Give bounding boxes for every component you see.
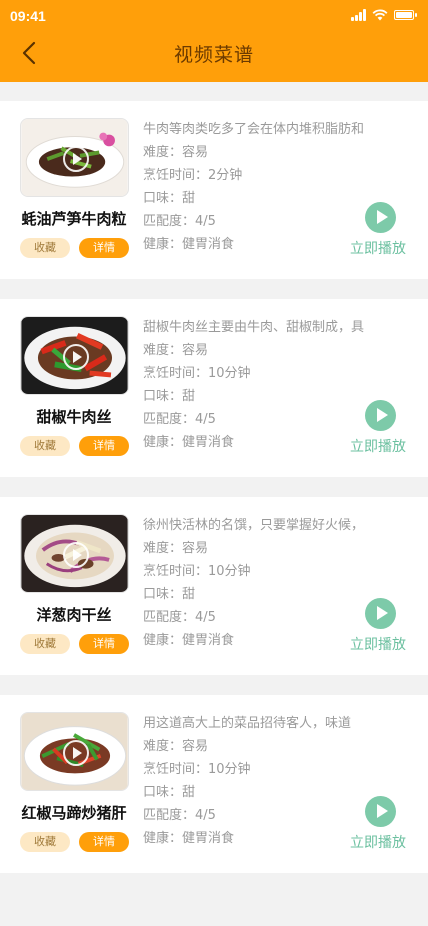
- recipe-description: 用这道高大上的菜品招待客人，味道: [143, 716, 352, 731]
- status-icons: [351, 9, 417, 21]
- play-now-link[interactable]: 立即播放: [350, 832, 414, 852]
- recipe-match: 匹配度：4/5: [143, 808, 216, 823]
- recipe-info: 徐州快活林的名馔，只要掌握好火候， 难度：容易 烹饪时间：10分钟 口味：甜 匹…: [143, 514, 393, 652]
- recipe-card[interactable]: 甜椒牛肉丝 收藏 详情 甜椒牛肉丝主要由牛肉、甜椒制成，具 难度：容易 烹饪时间…: [0, 299, 428, 477]
- play-now-link[interactable]: 立即播放: [350, 238, 414, 258]
- recipe-video-thumbnail[interactable]: [20, 316, 129, 395]
- recipe-description: 甜椒牛肉丝主要由牛肉、甜椒制成，具: [143, 320, 365, 335]
- play-icon[interactable]: [365, 796, 396, 827]
- play-icon[interactable]: [365, 400, 396, 431]
- app-header: 09:41 视频菜谱: [0, 0, 428, 82]
- play-now-link[interactable]: 立即播放: [350, 436, 414, 456]
- dish-name: 蚝油芦笋牛肉粒: [21, 210, 127, 228]
- detail-button[interactable]: 详情: [79, 238, 129, 258]
- recipe-cook-time: 烹饪时间：10分钟: [143, 762, 251, 777]
- recipe-video-thumbnail[interactable]: [20, 118, 129, 197]
- recipe-difficulty: 难度：容易: [143, 541, 209, 556]
- play-icon[interactable]: [365, 202, 396, 233]
- collect-button[interactable]: 收藏: [20, 634, 70, 654]
- play-overlay-icon[interactable]: [63, 146, 89, 172]
- recipe-cook-time: 烹饪时间：2分钟: [143, 168, 243, 183]
- recipe-taste: 口味：甜: [143, 785, 196, 800]
- signal-icon: [351, 9, 366, 21]
- dish-name: 洋葱肉干丝: [36, 606, 112, 624]
- collect-button[interactable]: 收藏: [20, 436, 70, 456]
- play-overlay-icon[interactable]: [63, 344, 89, 370]
- recipe-video-thumbnail[interactable]: [20, 712, 129, 791]
- recipe-cook-time: 烹饪时间：10分钟: [143, 564, 251, 579]
- page-title: 视频菜谱: [173, 44, 254, 66]
- detail-button[interactable]: 详情: [79, 634, 129, 654]
- dish-name: 甜椒牛肉丝: [36, 408, 112, 426]
- recipe-description: 徐州快活林的名馔，只要掌握好火候，: [143, 518, 365, 533]
- play-overlay-icon[interactable]: [63, 740, 89, 766]
- recipe-taste: 口味：甜: [143, 389, 196, 404]
- recipe-difficulty: 难度：容易: [143, 739, 209, 754]
- play-now-link[interactable]: 立即播放: [350, 634, 414, 654]
- collect-button[interactable]: 收藏: [20, 832, 70, 852]
- detail-button[interactable]: 详情: [79, 832, 129, 852]
- battery-icon: [394, 10, 417, 20]
- recipe-info: 用这道高大上的菜品招待客人，味道 难度：容易 烹饪时间：10分钟 口味：甜 匹配…: [143, 712, 393, 850]
- collect-button[interactable]: 收藏: [20, 238, 70, 258]
- play-icon[interactable]: [365, 598, 396, 629]
- status-time: 09:41: [10, 8, 46, 24]
- recipe-info: 甜椒牛肉丝主要由牛肉、甜椒制成，具 难度：容易 烹饪时间：10分钟 口味：甜 匹…: [143, 316, 393, 454]
- recipe-info: 牛肉等肉类吃多了会在体内堆积脂肪和 难度：容易 烹饪时间：2分钟 口味：甜 匹配…: [143, 118, 393, 256]
- recipe-description: 牛肉等肉类吃多了会在体内堆积脂肪和: [143, 122, 365, 137]
- recipe-cook-time: 烹饪时间：10分钟: [143, 366, 251, 381]
- dish-name: 红椒马蹄炒猪肝: [21, 804, 127, 822]
- recipe-card[interactable]: 洋葱肉干丝 收藏 详情 徐州快活林的名馔，只要掌握好火候， 难度：容易 烹饪时间…: [0, 497, 428, 675]
- recipe-video-thumbnail[interactable]: [20, 514, 129, 593]
- recipe-taste: 口味：甜: [143, 191, 196, 206]
- play-overlay-icon[interactable]: [63, 542, 89, 568]
- recipe-match: 匹配度：4/5: [143, 214, 216, 229]
- recipe-difficulty: 难度：容易: [143, 145, 209, 160]
- recipe-taste: 口味：甜: [143, 587, 196, 602]
- recipe-match: 匹配度：4/5: [143, 412, 216, 427]
- status-bar: 09:41: [0, 0, 428, 32]
- recipe-difficulty: 难度：容易: [143, 343, 209, 358]
- recipe-card[interactable]: 蚝油芦笋牛肉粒 收藏 详情 牛肉等肉类吃多了会在体内堆积脂肪和 难度：容易 烹饪…: [0, 101, 428, 279]
- recipe-card[interactable]: 红椒马蹄炒猪肝 收藏 详情 用这道高大上的菜品招待客人，味道 难度：容易 烹饪时…: [0, 695, 428, 873]
- recipe-match: 匹配度：4/5: [143, 610, 216, 625]
- wifi-icon: [372, 9, 388, 21]
- detail-button[interactable]: 详情: [79, 436, 129, 456]
